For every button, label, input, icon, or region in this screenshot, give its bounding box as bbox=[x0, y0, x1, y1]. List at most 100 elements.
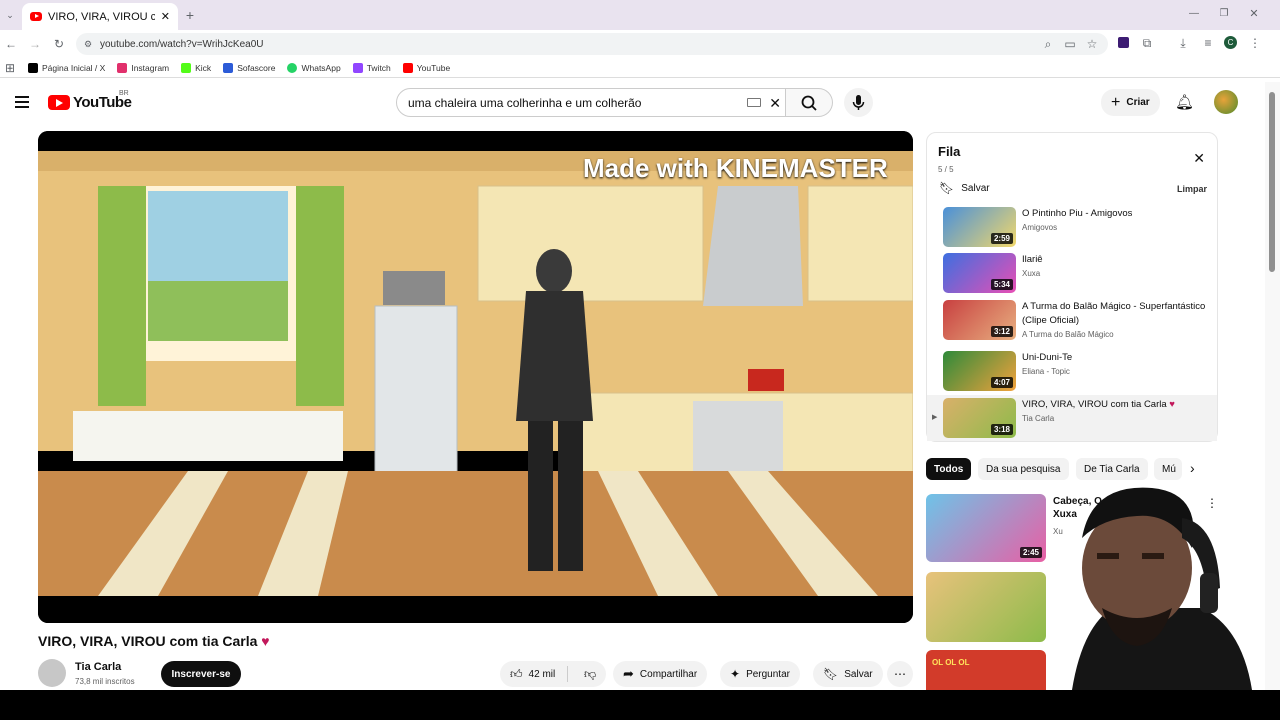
save-queue-button[interactable]: 🔖︎ Salvar bbox=[939, 181, 990, 195]
bookmark-x[interactable]: Página Inicial / X bbox=[28, 62, 105, 73]
close-queue-icon[interactable]: ✕ bbox=[1193, 150, 1205, 167]
x-logo-icon bbox=[28, 62, 38, 73]
queue-item[interactable]: 3:12 A Turma do Balão Mágico - Superfant… bbox=[943, 300, 1213, 342]
create-button[interactable]: + Criar bbox=[1101, 89, 1160, 116]
new-tab-icon[interactable]: + bbox=[182, 7, 198, 23]
bookmark-whatsapp[interactable]: WhatsApp bbox=[287, 62, 341, 73]
youtube-favicon-icon bbox=[30, 12, 42, 21]
channel-avatar[interactable] bbox=[38, 659, 66, 687]
apps-grid-icon[interactable]: ⊞ bbox=[2, 60, 18, 76]
plus-icon: + bbox=[1111, 93, 1121, 111]
app-window: ⌄ VIRO, VIRA, VIROU com tia Carl ✕ + — ❐… bbox=[0, 0, 1280, 720]
save-button[interactable]: 🔖︎ Salvar bbox=[813, 661, 883, 687]
thumbs-down-icon: 👎︎ bbox=[584, 666, 597, 681]
kick-icon bbox=[181, 62, 192, 73]
tab-title: VIRO, VIRA, VIROU com tia Carl bbox=[48, 10, 155, 23]
dislike-button[interactable]: 👎︎ bbox=[574, 667, 596, 682]
url-text: youtube.com/watch?v=WrihJcKea0U bbox=[100, 38, 264, 50]
chip-all[interactable]: Todos bbox=[926, 458, 972, 480]
share-button[interactable]: ➦ Compartilhar bbox=[613, 661, 708, 687]
queue-item[interactable]: 2:59 O Pintinho Piu - Amigovos Amigovos bbox=[943, 207, 1213, 249]
clear-queue-button[interactable]: Limpar bbox=[1177, 184, 1207, 194]
share-arrow-icon: ➦ bbox=[623, 666, 634, 681]
ask-button[interactable]: ✦ Perguntar bbox=[720, 661, 800, 687]
queue-title: Fila bbox=[938, 144, 961, 159]
extensions-puzzle-icon[interactable]: ⧉ bbox=[1139, 35, 1155, 51]
search-input[interactable]: uma chaleira uma colherinha e um colherã… bbox=[396, 88, 786, 117]
bookmark-icon: 🔖︎ bbox=[823, 667, 839, 681]
address-bar[interactable]: ⚙ youtube.com/watch?v=WrihJcKea0U ⌕ ▭ ☆ bbox=[76, 33, 1108, 55]
bookmark-star-icon[interactable]: ☆ bbox=[1084, 36, 1100, 52]
cast-icon[interactable]: ▭ bbox=[1062, 36, 1078, 52]
region-code: BR bbox=[119, 90, 129, 97]
queue-thumbnail: 2:59 bbox=[943, 207, 1016, 247]
tab-search-icon[interactable]: ⌄ bbox=[2, 7, 18, 23]
clear-search-icon[interactable]: ✕ bbox=[769, 95, 781, 112]
queue-thumbnail: 5:34 bbox=[943, 253, 1016, 293]
bookmark-kick[interactable]: Kick bbox=[181, 62, 211, 73]
chip-from-search[interactable]: Da sua pesquisa bbox=[978, 458, 1069, 480]
youtube-play-logo-icon bbox=[48, 95, 70, 110]
notifications-bell-icon[interactable]: 🔔︎ bbox=[1175, 93, 1194, 111]
recommendation-thumbnail[interactable]: 2:45 bbox=[926, 494, 1046, 562]
youtube-bookmark-icon bbox=[402, 62, 413, 73]
restore-icon[interactable]: ❐ bbox=[1216, 6, 1232, 22]
black-letterbox-bar bbox=[0, 690, 1280, 720]
queue-item[interactable]: 5:34 Ilariê Xuxa bbox=[943, 253, 1213, 295]
bookmark-icon: 🔖︎ bbox=[939, 181, 955, 195]
back-icon[interactable]: ← bbox=[3, 36, 19, 52]
voice-search-button[interactable] bbox=[844, 88, 873, 117]
like-button[interactable]: 👍︎ 42 mil bbox=[500, 666, 568, 682]
queue-panel: Fila 5 / 5 ✕ 🔖︎ Salvar Limpar 2:59 O Pin… bbox=[926, 132, 1218, 442]
profile-avatar[interactable]: C bbox=[1224, 36, 1237, 49]
chip-from-channel[interactable]: De Tia Carla bbox=[1076, 458, 1148, 480]
account-avatar[interactable] bbox=[1214, 90, 1238, 114]
sofascore-icon bbox=[223, 62, 234, 73]
forward-icon[interactable]: → bbox=[27, 36, 43, 52]
channel-name[interactable]: Tia Carla bbox=[75, 661, 121, 673]
bookmark-twitch[interactable]: Twitch bbox=[352, 62, 391, 73]
chevron-right-icon[interactable]: › bbox=[1190, 460, 1195, 476]
subscriber-count: 73,8 mil inscritos bbox=[75, 677, 135, 686]
queue-thumbnail: 3:12 bbox=[943, 300, 1016, 340]
hamburger-menu-icon[interactable] bbox=[15, 96, 29, 108]
webcam-overlay bbox=[1042, 478, 1268, 690]
browser-tab-strip: ⌄ VIRO, VIRA, VIROU com tia Carl ✕ + — ❐… bbox=[0, 0, 1280, 30]
close-tab-icon[interactable]: ✕ bbox=[161, 10, 170, 23]
recommendation-thumbnail[interactable] bbox=[926, 572, 1046, 642]
instagram-icon bbox=[117, 62, 128, 73]
search-button[interactable] bbox=[786, 88, 833, 117]
minimize-icon[interactable]: — bbox=[1186, 6, 1202, 22]
bookmark-sofascore[interactable]: Sofascore bbox=[223, 62, 275, 73]
video-frame-kitchen-scene bbox=[38, 131, 913, 623]
page-scrollbar[interactable] bbox=[1265, 82, 1280, 690]
chip-music[interactable]: Mú bbox=[1154, 458, 1182, 480]
media-control-icon[interactable]: ≡ bbox=[1200, 35, 1216, 51]
download-icon[interactable]: ⤓ bbox=[1175, 35, 1191, 51]
search-query: uma chaleira uma colherinha e um colherã… bbox=[408, 95, 642, 110]
queue-item-current[interactable]: 3:18 VIRO, VIRA, VIROU com tia Carla ♥ Ti… bbox=[943, 398, 1213, 440]
more-actions-icon[interactable]: ⋯ bbox=[887, 661, 913, 687]
close-window-icon[interactable]: ✕ bbox=[1246, 6, 1262, 22]
subscribe-button[interactable]: Inscrever-se bbox=[161, 661, 241, 687]
now-playing-icon: ▶ bbox=[932, 414, 938, 421]
extension-icon[interactable] bbox=[1118, 37, 1129, 48]
keyboard-icon[interactable] bbox=[747, 98, 761, 107]
site-info-icon[interactable]: ⚙ bbox=[80, 36, 96, 52]
queue-item[interactable]: 4:07 Uni-Duni-Te Eliana - Topic bbox=[943, 351, 1213, 393]
queue-position: 5 / 5 bbox=[938, 165, 954, 174]
queue-thumbnail: 3:18 bbox=[943, 398, 1016, 438]
streamer-webcam-image bbox=[1072, 487, 1252, 690]
browser-menu-icon[interactable]: ⋮ bbox=[1247, 35, 1263, 51]
like-dislike-group: 👍︎ 42 mil 👎︎ bbox=[500, 661, 606, 687]
reload-icon[interactable]: ↻ bbox=[51, 36, 67, 52]
queue-thumbnail: 4:07 bbox=[943, 351, 1016, 391]
scrollbar-thumb[interactable] bbox=[1269, 92, 1275, 272]
video-player[interactable]: Made with KINEMASTER bbox=[38, 131, 913, 623]
thumbs-up-icon: 👍︎ bbox=[510, 666, 523, 681]
bookmark-youtube[interactable]: YouTube bbox=[402, 62, 450, 73]
bookmark-instagram[interactable]: Instagram bbox=[117, 62, 169, 73]
zoom-icon[interactable]: ⌕ bbox=[1040, 36, 1056, 52]
recommendation-thumbnail[interactable]: OL OL OL bbox=[926, 650, 1046, 690]
browser-tab-active[interactable]: VIRO, VIRA, VIROU com tia Carl ✕ bbox=[22, 3, 178, 30]
